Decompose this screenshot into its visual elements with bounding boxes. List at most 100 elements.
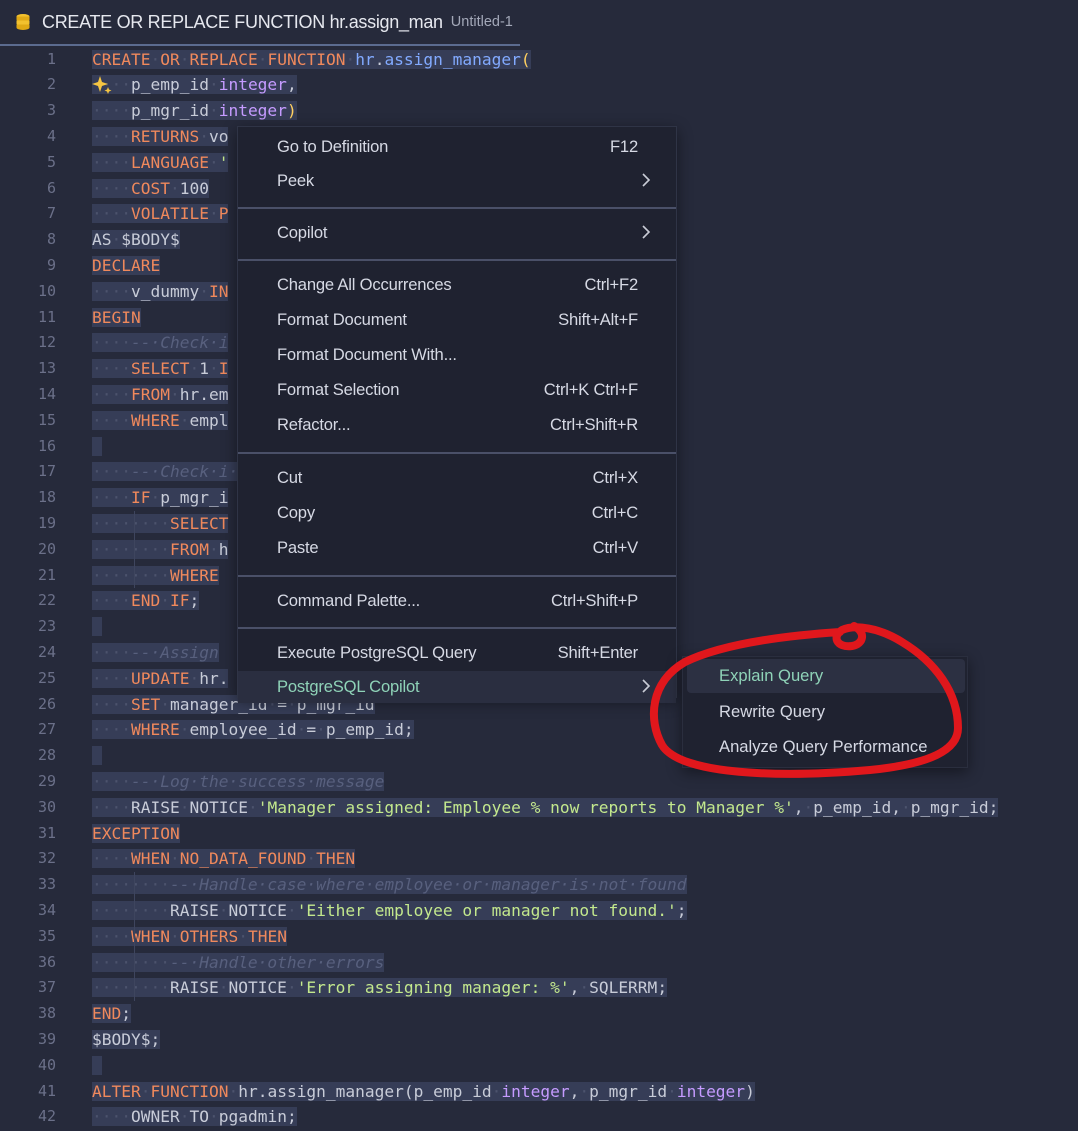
code-text[interactable]: ········SELECT (92, 511, 229, 537)
code-line[interactable]: 39 $BODY$; (0, 1027, 1078, 1053)
code-text[interactable] (92, 434, 102, 460)
code-text[interactable]: ····RETURNS·vo (92, 124, 229, 150)
code-line[interactable]: 29 ····--·Log·the·success·message (0, 769, 1078, 795)
menu-item-copilot[interactable]: Copilot (238, 217, 676, 249)
code-line[interactable]: 1 CREATE·OR·REPLACE·FUNCTION·hr.assign_ma… (0, 47, 1078, 73)
code-text[interactable]: ········WHERE (92, 563, 219, 589)
code-text[interactable]: ····p_mgr_id·integer) (92, 98, 297, 124)
menu-item-go-to-definition[interactable]: Go to Definition F12 (238, 131, 676, 163)
menu-item-copy[interactable]: Copy Ctrl+C (238, 497, 676, 529)
code-text[interactable]: ········--·Handle·other·errors (92, 950, 385, 976)
menu-item-postgresql-copilot[interactable]: PostgreSQL Copilot (238, 671, 676, 703)
code-text[interactable]: ····--·Check·i (92, 330, 229, 356)
menu-item-command-palette[interactable]: Command Palette... Ctrl+Shift+P (238, 585, 676, 617)
menu-item-shortcut: Ctrl+K Ctrl+F (543, 380, 638, 399)
code-text[interactable]: ····FROM·hr.em (92, 382, 229, 408)
code-text[interactable]: BEGIN (92, 305, 141, 331)
menu-item-label: Execute PostgreSQL Query (277, 643, 477, 662)
line-number: 18 (37, 488, 56, 507)
menu-item-refactor[interactable]: Refactor... Ctrl+Shift+R (238, 409, 676, 441)
code-text[interactable]: ····OWNER·TO·pgadmin; (92, 1104, 297, 1130)
menu-item-paste[interactable]: Paste Ctrl+V (238, 532, 676, 564)
code-text[interactable]: ····IF·p_mgr_i (92, 485, 229, 511)
code-line[interactable]: 3 ····p_mgr_id·integer) (0, 98, 1078, 124)
line-number: 11 (37, 307, 56, 326)
code-text[interactable]: ········RAISE·NOTICE·'Either employee or… (92, 898, 687, 924)
code-text[interactable]: AS·$BODY$ (92, 227, 180, 253)
menu-item-execute-postgresql-query[interactable]: Execute PostgreSQL Query Shift+Enter (238, 637, 676, 669)
menu-item-format-document[interactable]: Format Document Shift+Alt+F (238, 304, 676, 336)
code-text[interactable] (92, 743, 102, 769)
menu-item-peek[interactable]: Peek (238, 165, 676, 197)
submenu-item-explain-query[interactable]: Explain Query (687, 659, 965, 693)
line-number: 26 (37, 694, 56, 713)
code-text[interactable]: DECLARE (92, 253, 161, 279)
code-text[interactable]: ········RAISE·NOTICE·'Error assigning ma… (92, 975, 668, 1001)
indent-guide (134, 510, 135, 589)
line-number: 41 (37, 1081, 56, 1100)
line-number: 19 (37, 513, 56, 532)
code-text[interactable]: ········FROM·h (92, 537, 229, 563)
chevron-right-icon (640, 170, 652, 190)
code-line[interactable]: 38 END; (0, 1001, 1078, 1027)
menu-item-change-all-occurrences[interactable]: Change All Occurrences Ctrl+F2 (238, 269, 676, 301)
line-number: 34 (37, 900, 56, 919)
code-text[interactable]: ····--·Assign (92, 640, 219, 666)
code-line[interactable]: 2 ····p_emp_id·integer, (0, 72, 1078, 98)
code-text[interactable]: ALTER·FUNCTION·hr.assign_manager(p_emp_i… (92, 1079, 755, 1105)
line-number: 38 (37, 1004, 56, 1023)
code-line[interactable]: 36 ········--·Handle·other·errors (0, 950, 1078, 976)
code-text[interactable]: ····SELECT·1·I (92, 356, 229, 382)
line-number: 32 (37, 849, 56, 868)
menu-item-format-selection[interactable]: Format Selection Ctrl+K Ctrl+F (238, 374, 676, 406)
code-line[interactable]: 30 ····RAISE·NOTICE·'Manager assigned: Em… (0, 795, 1078, 821)
code-text[interactable]: ····--·Log·the·success·message (92, 769, 385, 795)
submenu-item-analyze-query-performance[interactable]: Analyze Query Performance (687, 730, 965, 764)
code-line[interactable]: 41 ALTER·FUNCTION·hr.assign_manager(p_emp… (0, 1079, 1078, 1105)
code-line[interactable]: 37 ········RAISE·NOTICE·'Error assigning … (0, 975, 1078, 1001)
code-text[interactable]: ····WHEN·NO_DATA_FOUND·THEN (92, 846, 356, 872)
line-number: 9 (46, 255, 56, 274)
line-number: 12 (37, 333, 56, 352)
code-text[interactable]: ····WHERE·employee_id·=·p_emp_id; (92, 717, 414, 743)
code-text[interactable]: ····VOLATILE·P (92, 201, 229, 227)
menu-item-cut[interactable]: Cut Ctrl+X (238, 462, 676, 494)
submenu-item-rewrite-query[interactable]: Rewrite Query (687, 695, 965, 729)
code-text[interactable]: ····LANGUAGE·' (92, 150, 229, 176)
code-text[interactable]: ····COST·100 (92, 176, 209, 202)
menu-item-shortcut: Shift+Alt+F (558, 310, 638, 329)
menu-item-shortcut: Ctrl+Shift+R (550, 415, 638, 434)
menu-item-format-document-with[interactable]: Format Document With... (238, 339, 676, 371)
code-line[interactable]: 40 (0, 1053, 1078, 1079)
code-text[interactable]: ····UPDATE·hr. (92, 666, 229, 692)
menu-item-label: Cut (277, 468, 303, 487)
line-number: 21 (37, 565, 56, 584)
code-line[interactable]: 33 ········--·Handle·case·where·employee·… (0, 872, 1078, 898)
code-text[interactable] (92, 614, 102, 640)
code-line[interactable]: 42 ····OWNER·TO·pgadmin; (0, 1104, 1078, 1130)
line-number: 42 (37, 1107, 56, 1126)
code-text[interactable]: ········--·Handle·case·where·employee·or… (92, 872, 687, 898)
code-text[interactable]: ····v_dummy·IN (92, 279, 229, 305)
line-number: 30 (37, 797, 56, 816)
code-text[interactable]: CREATE·OR·REPLACE·FUNCTION·hr.assign_man… (92, 47, 531, 73)
code-text[interactable]: ····END·IF; (92, 588, 200, 614)
code-text[interactable]: $BODY$; (92, 1027, 161, 1053)
code-text[interactable]: ····WHEN·OTHERS·THEN (92, 924, 287, 950)
code-text[interactable]: END; (92, 1001, 131, 1027)
code-line[interactable]: 32 ····WHEN·NO_DATA_FOUND·THEN (0, 846, 1078, 872)
editor-tab[interactable]: CREATE OR REPLACE FUNCTION hr.assign_man… (0, 0, 520, 46)
code-text[interactable]: ····p_emp_id·integer, (92, 72, 297, 98)
line-number: 25 (37, 668, 56, 687)
submenu-item-label: Rewrite Query (719, 701, 826, 721)
code-text[interactable]: ····RAISE·NOTICE·'Manager assigned: Empl… (92, 795, 999, 821)
tab-bar: CREATE OR REPLACE FUNCTION hr.assign_man… (0, 0, 1078, 46)
copilot-sparkle-icon[interactable] (92, 75, 112, 95)
code-text[interactable] (92, 1053, 102, 1079)
code-line[interactable]: 35 ····WHEN·OTHERS·THEN (0, 924, 1078, 950)
code-line[interactable]: 34 ········RAISE·NOTICE·'Either employee … (0, 898, 1078, 924)
code-line[interactable]: 31 EXCEPTION (0, 821, 1078, 847)
code-text[interactable]: EXCEPTION (92, 821, 180, 847)
code-text[interactable]: ····WHERE·empl (92, 408, 229, 434)
submenu-item-label: Explain Query (719, 666, 824, 685)
